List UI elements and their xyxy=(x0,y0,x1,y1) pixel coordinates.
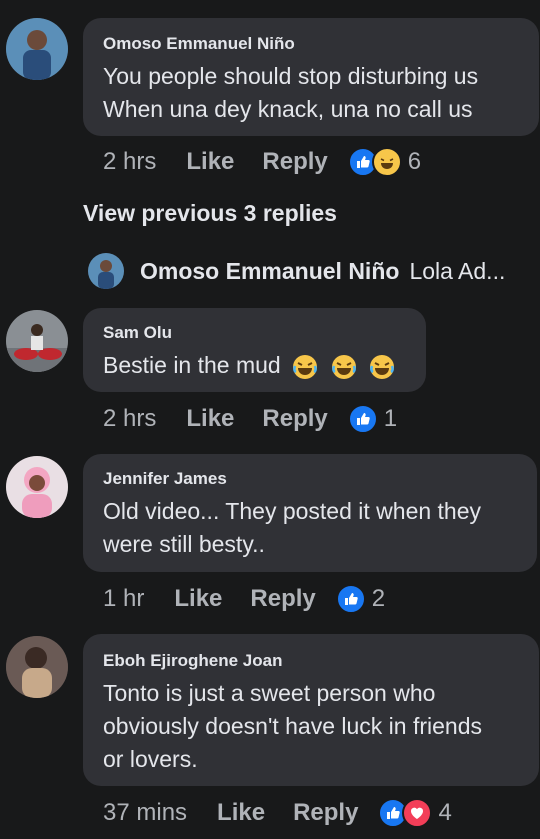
comment-text-line: obviously doesn't have luck in friends xyxy=(103,713,482,739)
comment-text-line: or lovers. xyxy=(103,746,198,772)
collapsed-reply[interactable]: Omoso Emmanuel Niño Lola Ad... xyxy=(88,252,528,290)
reactions-summary[interactable] xyxy=(347,404,378,434)
reply-preview: Lola Ad... xyxy=(409,257,506,284)
comment-text-line: When una dey knack, una no call us xyxy=(103,96,473,122)
love-reaction-icon xyxy=(402,798,433,828)
like-button[interactable]: Like xyxy=(174,585,222,613)
reactions-summary[interactable] xyxy=(378,798,433,828)
comment-time[interactable]: 37 mins xyxy=(103,799,187,827)
comment-author[interactable]: Omoso Emmanuel Niño xyxy=(103,34,519,54)
reaction-count[interactable]: 2 xyxy=(372,585,385,613)
comment-text-line: You people should stop disturbing us xyxy=(103,63,479,89)
reply-author[interactable]: Omoso Emmanuel Niño xyxy=(140,258,399,285)
like-button[interactable]: Like xyxy=(186,405,234,433)
reactions-summary[interactable] xyxy=(347,147,402,177)
reply-button[interactable]: Reply xyxy=(250,585,315,613)
face-with-tears-of-joy-icon xyxy=(369,354,394,379)
comment-meta: 37 mins Like Reply 4 xyxy=(103,798,452,828)
comment-author[interactable]: Sam Olu xyxy=(103,323,406,343)
reaction-count[interactable]: 1 xyxy=(384,405,397,433)
like-reaction-icon xyxy=(347,404,378,434)
reply-button[interactable]: Reply xyxy=(262,148,327,176)
avatar[interactable] xyxy=(6,636,68,698)
avatar[interactable] xyxy=(88,253,124,289)
avatar[interactable] xyxy=(6,456,68,518)
haha-reaction-icon xyxy=(371,147,402,177)
comment-bubble: Eboh Ejiroghene Joan Tonto is just a swe… xyxy=(83,634,539,786)
comment-text-line: Tonto is just a sweet person who xyxy=(103,680,436,706)
face-with-tears-of-joy-icon xyxy=(331,354,356,379)
comment-author[interactable]: Eboh Ejiroghene Joan xyxy=(103,651,519,671)
comment-time[interactable]: 2 hrs xyxy=(103,148,156,176)
comment-time[interactable]: 1 hr xyxy=(103,585,144,613)
reactions-summary[interactable] xyxy=(335,584,366,614)
reaction-count[interactable]: 4 xyxy=(438,799,451,827)
comment-bubble: Omoso Emmanuel Niño You people should st… xyxy=(83,18,539,136)
comment-author[interactable]: Jennifer James xyxy=(103,469,517,489)
face-with-tears-of-joy-icon xyxy=(293,354,318,379)
comment-text-line: were still besty.. xyxy=(103,531,265,557)
comment-meta: 2 hrs Like Reply 6 xyxy=(103,147,421,177)
comment-text-body: Bestie in the mud xyxy=(103,352,281,378)
avatar[interactable] xyxy=(6,310,68,372)
reply-button[interactable]: Reply xyxy=(262,405,327,433)
comment-meta: 1 hr Like Reply 2 xyxy=(103,584,385,614)
like-button[interactable]: Like xyxy=(186,148,234,176)
like-button[interactable]: Like xyxy=(217,799,265,827)
comment-text-line: Old video... They posted it when they xyxy=(103,498,482,524)
comment-meta: 2 hrs Like Reply 1 xyxy=(103,404,397,434)
avatar[interactable] xyxy=(6,18,68,80)
view-previous-replies-link[interactable]: View previous 3 replies xyxy=(83,200,337,227)
comment-bubble: Sam Olu Bestie in the mud xyxy=(83,308,426,392)
reply-button[interactable]: Reply xyxy=(293,799,358,827)
like-reaction-icon xyxy=(335,584,366,614)
comment-text: Bestie in the mud xyxy=(103,349,406,382)
reaction-count[interactable]: 6 xyxy=(408,148,421,176)
comment-time[interactable]: 2 hrs xyxy=(103,405,156,433)
comment-bubble: Jennifer James Old video... They posted … xyxy=(83,454,537,572)
